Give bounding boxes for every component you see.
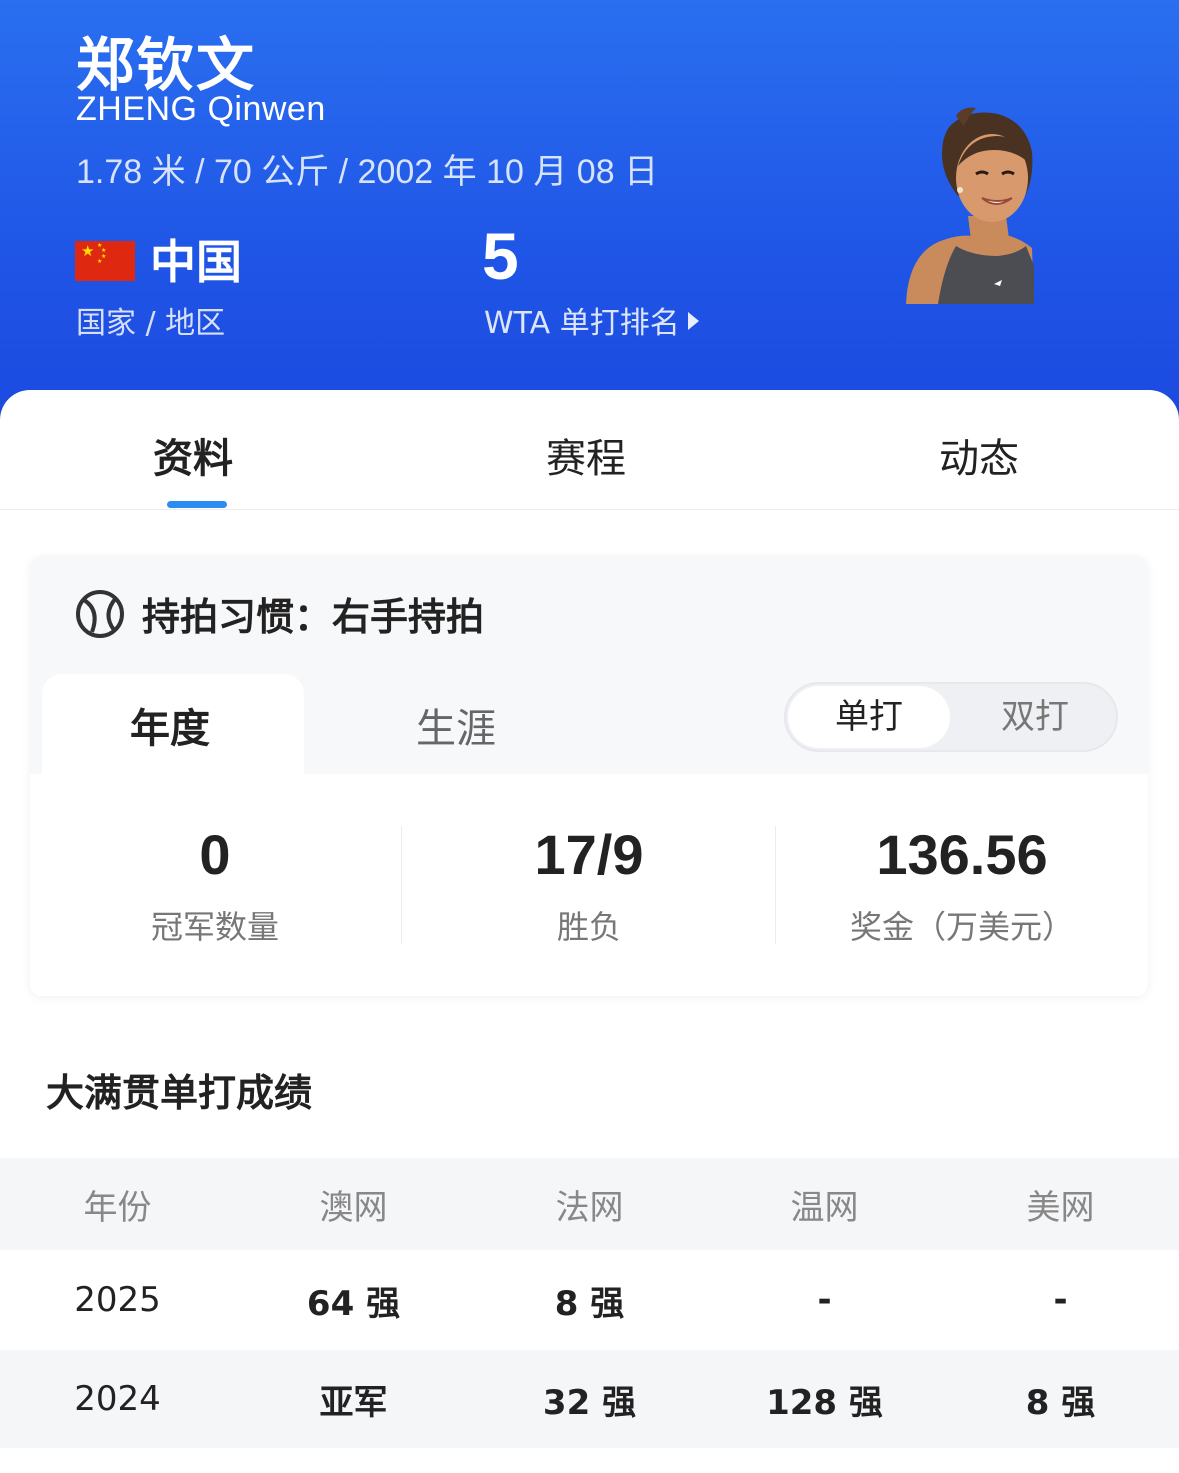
table-cell: 8 强 xyxy=(554,1283,625,1324)
column-header: 澳网 xyxy=(319,1187,388,1228)
toggle-singles[interactable]: 单打 xyxy=(788,686,950,748)
stat-prize-money: 136.56 奖金（万美元） xyxy=(777,824,1147,948)
grand-slam-table: 年份 澳网 法网 温网 美网 2025 64 强 8 强 - - 2024 亚军… xyxy=(0,1158,1179,1448)
china-flag-icon: ★ ★ ★ ★ ★ xyxy=(75,241,135,281)
stat-win-loss-value: 17/9 xyxy=(534,823,644,886)
stat-titles-value: 0 xyxy=(199,823,231,886)
stats-body: 0 冠军数量 17/9 胜负 136.56 奖金（万美元） xyxy=(30,774,1148,996)
stat-win-loss-label: 胜负 xyxy=(556,908,621,946)
table-cell-year: 2025 xyxy=(74,1280,161,1320)
period-tab-year[interactable]: 年度 xyxy=(42,674,304,774)
singles-doubles-toggle: 单打 双打 xyxy=(784,682,1118,752)
player-header: 郑钦文 ZHENG Qinwen 1.78 米 / 70 公斤 / 2002 年… xyxy=(0,0,1179,430)
stat-win-loss: 17/9 胜负 xyxy=(404,824,774,948)
period-tab-career[interactable]: 生涯 xyxy=(416,696,496,754)
tab-profile[interactable]: 资料 xyxy=(153,426,233,484)
column-header: 年份 xyxy=(83,1187,152,1228)
main-tabs: 资料 赛程 动态 xyxy=(0,390,1179,510)
tennis-ball-icon xyxy=(76,589,124,638)
country-name: 中国 xyxy=(150,235,242,289)
player-photo xyxy=(898,106,1034,304)
grip-text: 持拍习惯：右手持拍 xyxy=(142,595,485,639)
table-cell: 8 强 xyxy=(1025,1382,1096,1423)
table-row: 2025 64 强 8 强 - - xyxy=(0,1250,1179,1350)
tab-news[interactable]: 动态 xyxy=(939,426,1019,484)
stat-prize-money-value: 136.56 xyxy=(876,823,1048,886)
stat-titles: 0 冠军数量 xyxy=(30,824,400,948)
stat-divider xyxy=(775,826,776,944)
wta-rank-value: 5 xyxy=(482,219,519,293)
column-header: 美网 xyxy=(1026,1187,1095,1228)
toggle-doubles[interactable]: 双打 xyxy=(954,686,1116,748)
column-header: 法网 xyxy=(555,1187,624,1228)
table-header-row: 年份 澳网 法网 温网 美网 xyxy=(0,1158,1179,1250)
table-cell: 64 强 xyxy=(306,1283,401,1324)
period-tab-year-label: 年度 xyxy=(130,706,210,752)
tab-schedule[interactable]: 赛程 xyxy=(546,426,626,484)
wta-rank-link[interactable]: WTA 单打排名 xyxy=(484,298,699,342)
active-tab-indicator xyxy=(167,501,227,508)
player-name-en: ZHENG Qinwen xyxy=(76,90,326,128)
stat-titles-label: 冠军数量 xyxy=(150,908,279,946)
table-cell: - xyxy=(817,1280,832,1320)
player-bio: 1.78 米 / 70 公斤 / 2002 年 10 月 08 日 xyxy=(76,153,659,191)
player-profile-page: 郑钦文 ZHENG Qinwen 1.78 米 / 70 公斤 / 2002 年… xyxy=(0,0,1179,1473)
wta-rank-label: WTA 单打排名 xyxy=(484,306,680,341)
country-label: 国家 / 地区 xyxy=(76,306,226,341)
stat-prize-money-label: 奖金（万美元） xyxy=(849,908,1074,946)
table-cell: 32 强 xyxy=(542,1382,637,1423)
stat-divider xyxy=(401,826,402,944)
table-cell-year: 2024 xyxy=(74,1379,161,1419)
table-cell: 亚军 xyxy=(319,1382,388,1423)
grand-slam-title: 大满贯单打成绩 xyxy=(46,1071,313,1115)
table-cell: - xyxy=(1053,1280,1068,1320)
grip-info: 持拍习惯：右手持拍 xyxy=(74,586,484,641)
column-header: 温网 xyxy=(790,1187,859,1228)
stats-card: 持拍习惯：右手持拍 年度 生涯 单打 双打 0 冠军数量 17/9 胜负 136… xyxy=(30,556,1148,996)
table-cell: 128 强 xyxy=(766,1382,883,1423)
table-row: 2024 亚军 32 强 128 强 8 强 xyxy=(0,1350,1179,1448)
arrow-right-icon xyxy=(687,312,699,330)
